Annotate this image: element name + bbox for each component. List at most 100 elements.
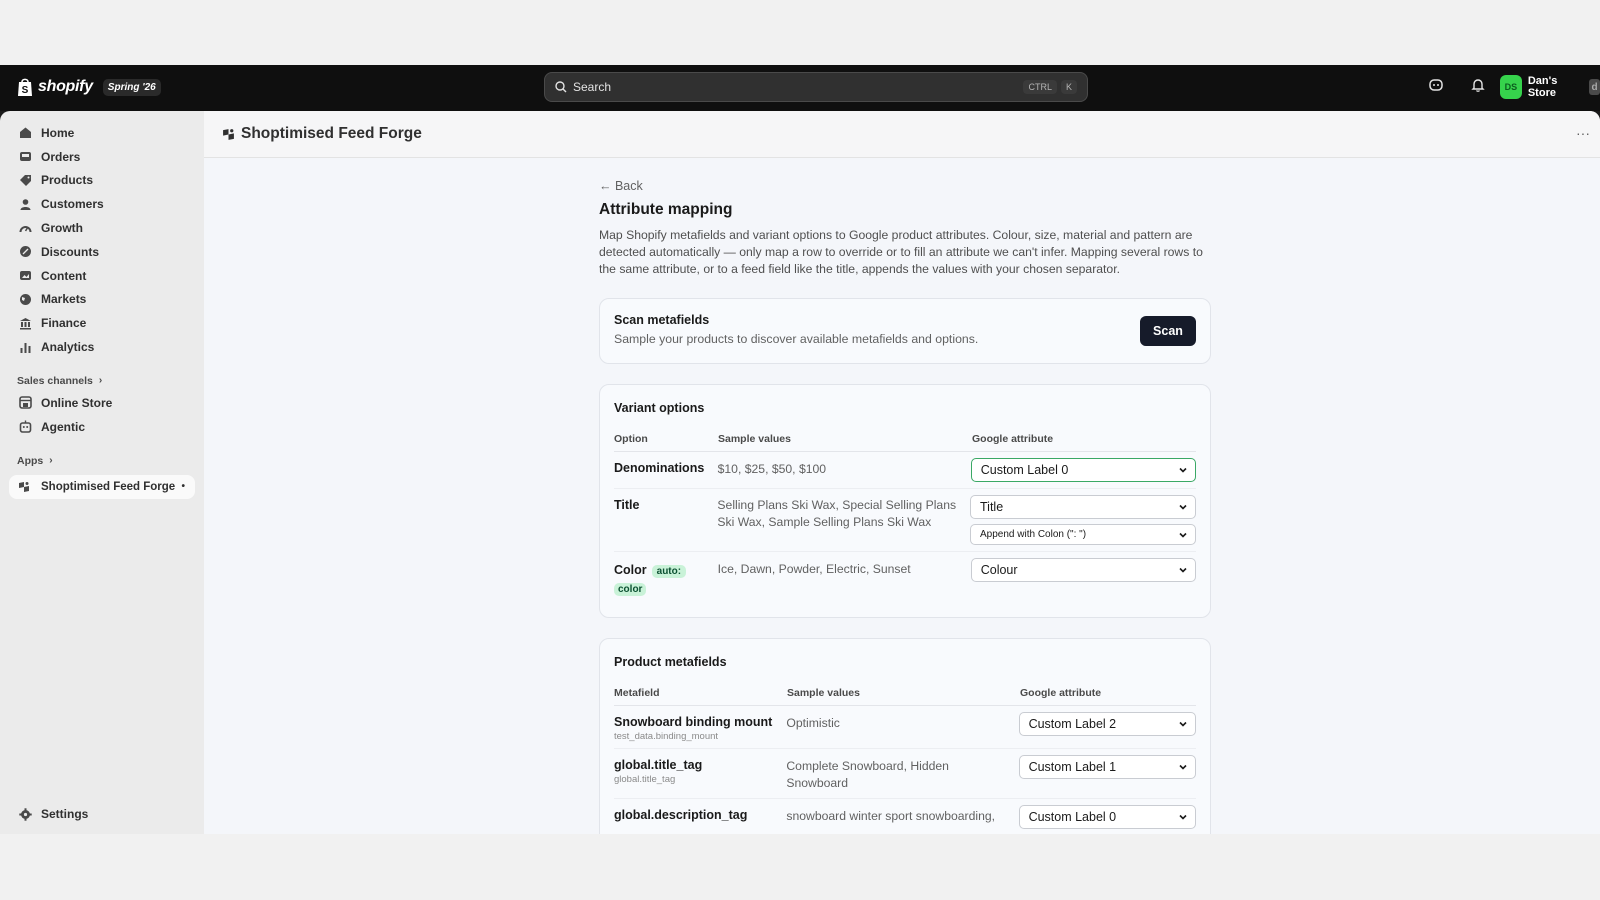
top-bar: S shopify Spring '26 Search CTRL K DS Da… <box>0 65 1600 111</box>
sidebar-item-label: Home <box>41 125 75 140</box>
back-link[interactable]: ← Back <box>599 179 1211 193</box>
store-menu[interactable]: DS Dan's Store d <box>1500 75 1600 99</box>
sidebar-item-analytics[interactable]: Analytics <box>0 335 204 359</box>
search-shortcut: CTRL K <box>1023 80 1077 94</box>
apps-header[interactable]: Apps › <box>0 451 204 471</box>
shortcut-ctrl: CTRL <box>1023 80 1057 94</box>
sidebar-item-label: Shoptimised Feed Forge <box>41 480 176 493</box>
svg-text:S: S <box>22 85 29 96</box>
chevron-down-icon <box>1179 504 1187 510</box>
sample-values: Complete Snowboard, Hidden Snowboard <box>786 759 949 790</box>
store-name: Dan's Store <box>1527 75 1558 99</box>
search-placeholder: Search <box>573 80 612 94</box>
column-header-google: Google attribute <box>972 433 1054 445</box>
sample-values: $10, $25, $50, $100 <box>717 462 827 476</box>
sales-channels-header[interactable]: Sales channels › <box>0 371 204 391</box>
separator-select[interactable]: Append with Colon (": ") <box>970 524 1196 545</box>
sample-values: Optimistic <box>786 716 840 730</box>
sidekick-icon[interactable] <box>1428 77 1444 93</box>
chevron-down-icon <box>1179 764 1187 770</box>
google-attribute-select[interactable]: Custom Label 0 <box>970 458 1196 482</box>
sidebar-item-label: Markets <box>41 292 87 307</box>
app-header: Shoptimised Feed Forge ··· <box>204 111 1600 158</box>
app-logo-icon <box>223 128 234 140</box>
select-value: Custom Label 0 <box>980 463 1069 477</box>
google-attribute-select[interactable]: Custom Label 2 <box>1018 712 1196 736</box>
metafield-key: test_data.binding_mount <box>614 731 719 742</box>
image-icon <box>18 269 32 283</box>
shopify-bag-icon: S <box>18 78 32 96</box>
select-group: Title Append with Colon (": ") <box>970 495 1196 545</box>
column-header-metafield: Metafield <box>614 687 660 699</box>
google-attribute-select[interactable]: Custom Label 1 <box>1018 755 1196 779</box>
auto-badge-suffix: color <box>614 583 647 596</box>
more-actions-icon[interactable]: ··· <box>1576 125 1590 141</box>
sidebar-item-settings[interactable]: Settings <box>0 802 204 826</box>
sidebar-item-online-store[interactable]: Online Store <box>0 391 204 415</box>
sidebar-item-products[interactable]: Products <box>0 169 204 193</box>
page-description: Map Shopify metafields and variant optio… <box>599 228 1203 276</box>
pin-indicator: • <box>181 481 185 493</box>
store-extra: d <box>1589 79 1600 95</box>
store-avatar: DS <box>1500 75 1522 99</box>
sidebar-item-shoptimised-feed-forge[interactable]: Shoptimised Feed Forge • <box>9 474 195 499</box>
sidebar-item-orders[interactable]: Orders <box>0 145 204 169</box>
gauge-icon <box>18 221 32 235</box>
sidebar-item-label: Content <box>41 268 87 283</box>
chevron-down-icon <box>1179 721 1187 727</box>
chevron-right-icon: › <box>49 455 53 467</box>
sidebar-item-agentic[interactable]: Agentic <box>0 415 204 439</box>
scan-button[interactable]: Scan <box>1140 316 1196 346</box>
bank-icon <box>18 316 32 330</box>
app-logo-icon <box>18 480 32 494</box>
google-attribute-select[interactable]: Title <box>970 495 1196 519</box>
inbox-icon <box>18 150 32 164</box>
google-attribute-select[interactable]: Colour <box>970 558 1196 582</box>
sidebar-item-markets[interactable]: Markets <box>0 288 204 312</box>
page-title: Attribute mapping <box>599 201 733 218</box>
metafield-name: global.title_tag <box>614 758 703 772</box>
sidebar-item-label: Discounts <box>41 244 100 259</box>
column-header-sample: Sample values <box>718 433 791 445</box>
sidebar-item-label: Agentic <box>41 419 86 434</box>
sidebar-item-finance[interactable]: Finance <box>0 311 204 335</box>
option-name: Denominations <box>614 461 705 475</box>
brand-name: shopify <box>38 78 93 95</box>
bell-icon[interactable] <box>1470 77 1486 93</box>
shopify-logo[interactable]: S shopify Spring '26 <box>16 77 161 97</box>
sidebar-item-label: Products <box>41 173 94 188</box>
sidebar-item-customers[interactable]: Customers <box>0 192 204 216</box>
sidebar-item-discounts[interactable]: Discounts <box>0 240 204 264</box>
product-metafields-title: Product metafields <box>614 655 727 669</box>
search-icon <box>555 81 567 93</box>
sidebar-item-label: Online Store <box>41 395 113 410</box>
table-row: Snowboard binding mount test_data.bindin… <box>614 706 1196 749</box>
main-content: Shoptimised Feed Forge ··· ← Back Attrib… <box>204 111 1600 834</box>
sidebar-item-label: Growth <box>41 221 83 236</box>
sidebar-item-home[interactable]: Home <box>0 121 204 145</box>
google-attribute-select[interactable]: Custom Label 0 <box>1018 805 1196 829</box>
variant-options-title: Variant options <box>614 401 705 415</box>
table-row: global.description_tag snowboard winter … <box>614 799 1196 834</box>
sidebar: Home Orders Products Customers Growth Di… <box>0 111 204 834</box>
table-row: global.title_tag global.title_tag Comple… <box>614 749 1196 799</box>
column-header-sample: Sample values <box>787 687 860 699</box>
search-input[interactable]: Search CTRL K <box>544 72 1088 102</box>
discount-icon <box>18 245 32 259</box>
metafield-name: Snowboard binding mount <box>614 715 773 729</box>
metafield-cell: Snowboard binding mount test_data.bindin… <box>614 712 786 742</box>
table-header: Option Sample values Google attribute <box>614 433 1196 452</box>
column-header-google: Google attribute <box>1020 687 1102 699</box>
sidebar-item-content[interactable]: Content <box>0 264 204 288</box>
metafield-cell: global.title_tag global.title_tag <box>614 755 786 792</box>
robot-icon <box>18 420 32 434</box>
select-value: Append with Colon (": ") <box>980 529 1087 540</box>
store-icon <box>18 396 32 410</box>
sidebar-item-label: Settings <box>41 807 89 822</box>
auto-badge: auto: <box>651 565 687 578</box>
table-row: Color auto: color Ice, Dawn, Powder, Elec… <box>614 552 1196 603</box>
sidebar-item-growth[interactable]: Growth <box>0 216 204 240</box>
section-label: Apps <box>17 454 44 467</box>
option-name-cell: Color auto: color <box>614 558 718 597</box>
select-value: Custom Label 1 <box>1028 760 1117 774</box>
